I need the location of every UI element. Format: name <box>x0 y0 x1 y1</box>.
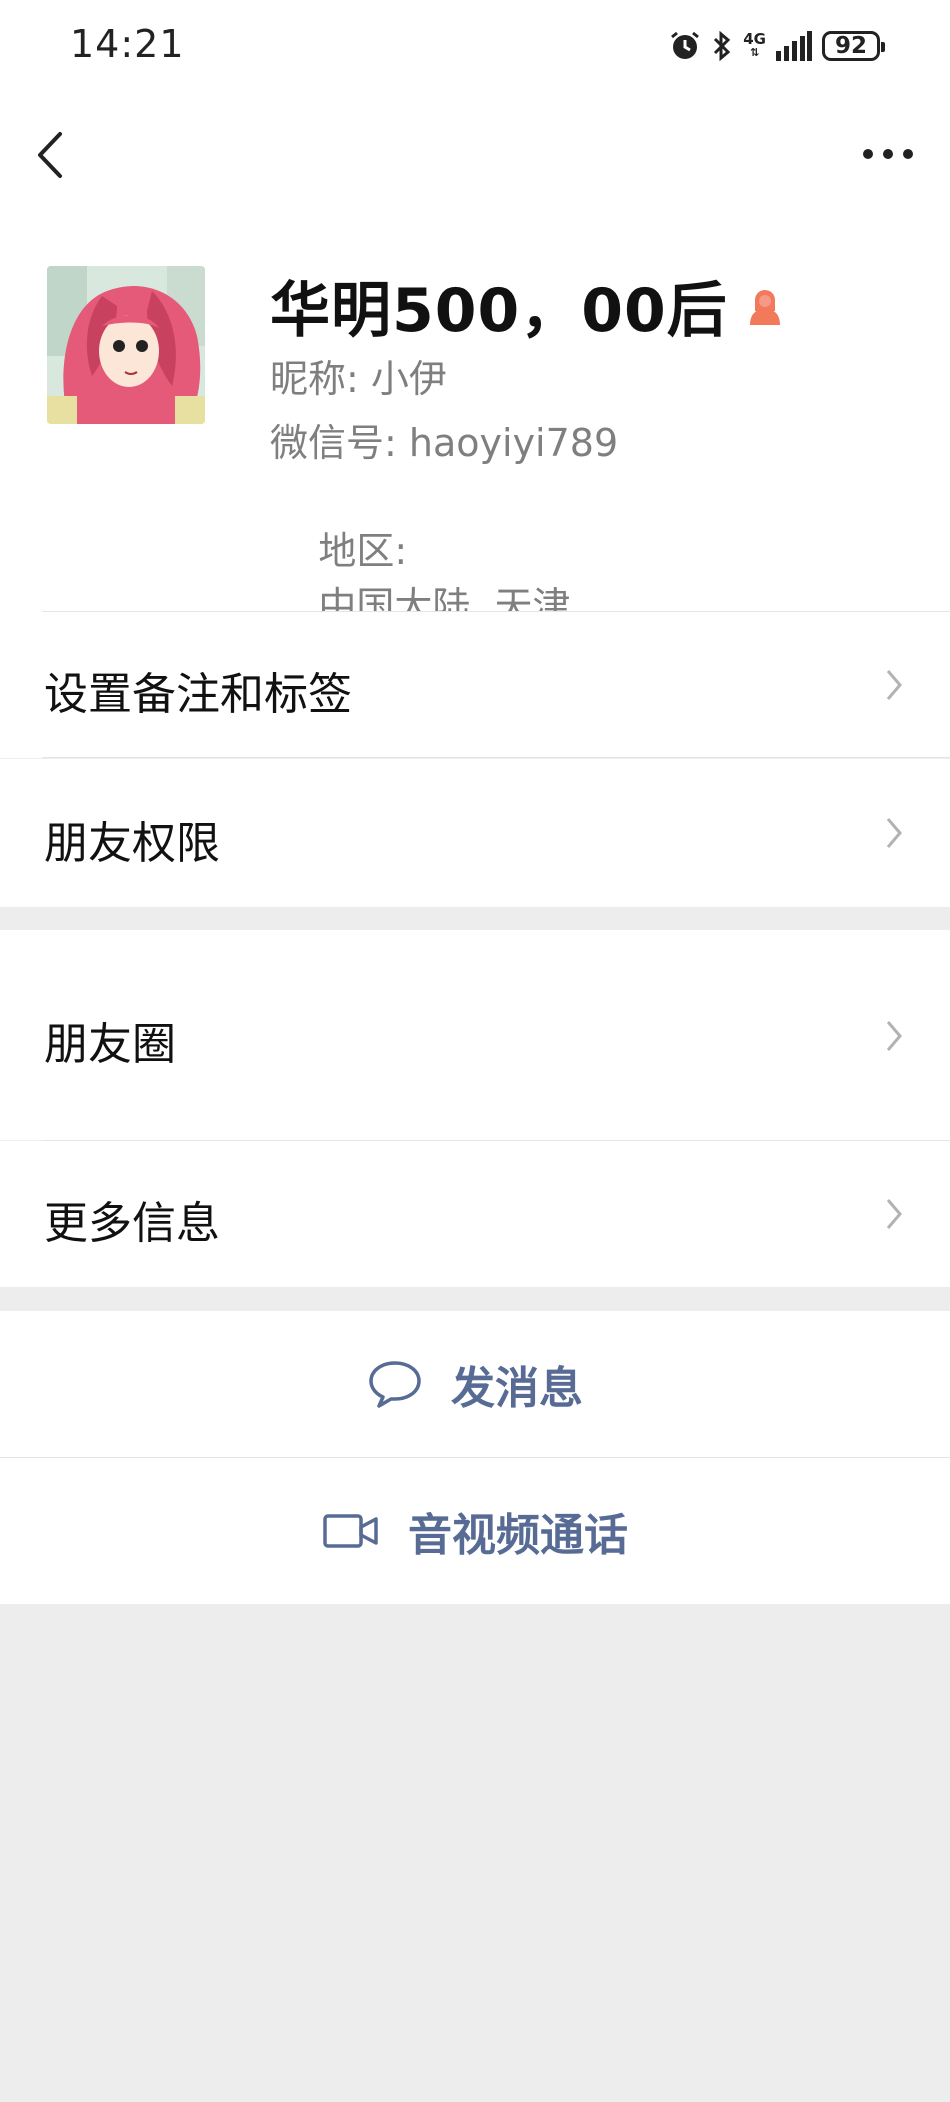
chevron-right-icon <box>886 670 902 700</box>
status-time: 14:21 <box>70 22 185 66</box>
battery-level: 92 <box>834 33 867 59</box>
profile-card: 华明500，00后 昵称: 小伊 微信号: haoyiyi789 地区: 中国大… <box>0 218 950 628</box>
avatar[interactable] <box>47 266 205 424</box>
wechat-id-value[interactable]: haoyiyi789 <box>409 421 618 465</box>
back-button[interactable] <box>30 122 90 188</box>
bluetooth-icon <box>714 30 731 62</box>
chevron-right-icon <box>886 1021 902 1051</box>
nickname-value: 小伊 <box>370 357 447 401</box>
send-message-button[interactable]: 发消息 <box>0 1311 950 1458</box>
send-message-label: 发消息 <box>451 1363 583 1414</box>
video-call-button[interactable]: 音视频通话 <box>0 1458 950 1604</box>
name-row: 华明500，00后 <box>270 262 786 349</box>
avatar-image <box>47 266 205 424</box>
menu-item-remarks-tags[interactable]: 设置备注和标签 <box>0 612 950 758</box>
chevron-right-icon <box>886 1199 902 1229</box>
divider <box>42 757 950 758</box>
female-icon <box>749 289 780 325</box>
video-camera-icon <box>323 1514 378 1548</box>
battery-icon: 92 <box>822 31 885 61</box>
chevron-left-icon <box>38 132 62 178</box>
status-icons: 4G ⇅ 92 <box>669 26 885 66</box>
more-button[interactable] <box>858 130 918 180</box>
network-type: 4G ⇅ <box>743 30 766 60</box>
menu-item-moments[interactable]: 朋友圈 <box>0 930 950 1141</box>
menu-item-label: 朋友权限 <box>44 818 220 869</box>
status-bar: 14:21 4G ⇅ 92 <box>0 0 950 92</box>
menu-item-friend-permissions[interactable]: 朋友权限 <box>0 759 950 907</box>
menu-item-label: 更多信息 <box>44 1198 220 1249</box>
wechat-id-line: 微信号: haoyiyi789 <box>270 412 618 467</box>
chevron-right-icon <box>886 818 902 848</box>
chat-bubble-icon <box>369 1361 421 1408</box>
region-label: 地区: <box>318 529 408 573</box>
nav-bar <box>0 92 950 218</box>
signal-icon <box>776 31 812 61</box>
nickname-line: 昵称: 小伊 <box>270 348 447 403</box>
menu-item-label: 设置备注和标签 <box>44 669 352 720</box>
menu-item-more-info[interactable]: 更多信息 <box>0 1141 950 1287</box>
nickname-label: 昵称: <box>270 357 359 401</box>
video-call-label: 音视频通话 <box>408 1510 628 1561</box>
contact-name: 华明500，00后 <box>270 276 728 346</box>
alarm-icon <box>671 31 700 59</box>
more-dots-icon <box>863 149 913 159</box>
wechat-id-label: 微信号: <box>270 421 397 465</box>
menu-item-label: 朋友圈 <box>44 1019 176 1070</box>
